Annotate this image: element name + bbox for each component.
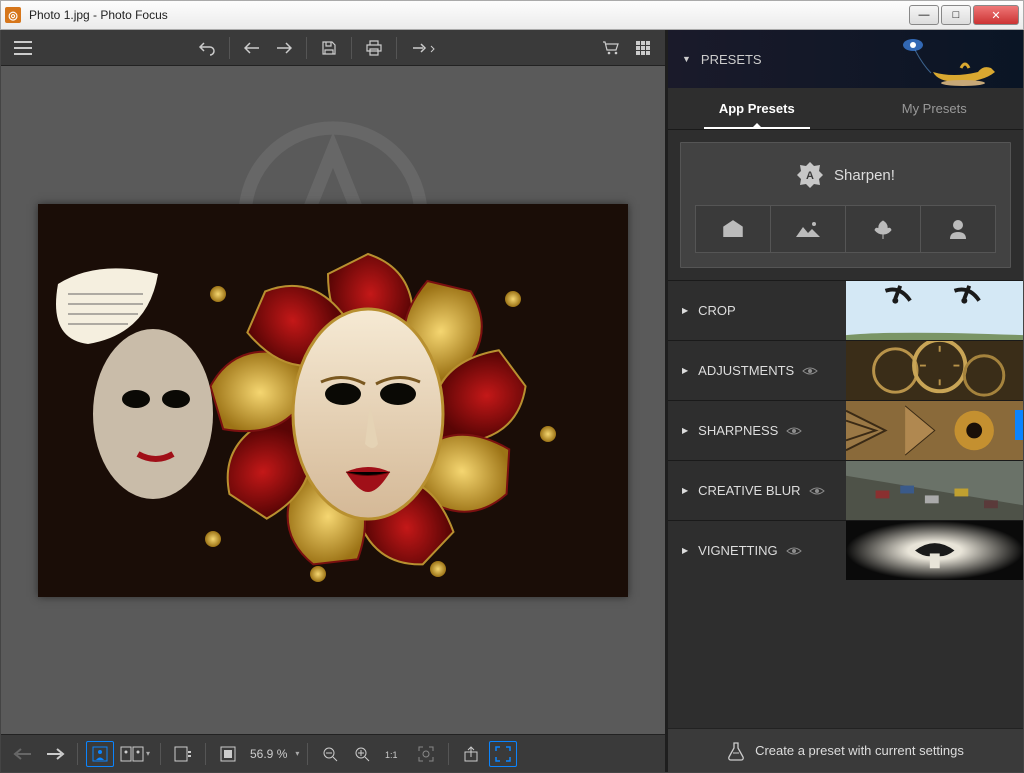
chevron-right-icon: ▶ xyxy=(682,486,688,495)
chevron-right-icon: ▶ xyxy=(682,546,688,555)
next-image-button[interactable] xyxy=(41,741,69,767)
sharpen-panel: A Sharpen! xyxy=(680,142,1011,268)
create-preset-button[interactable]: Create a preset with current settings xyxy=(668,728,1023,772)
svg-text:A: A xyxy=(806,170,814,182)
magic-lamp-icon xyxy=(883,30,1023,88)
minimize-button[interactable]: — xyxy=(909,5,939,25)
view-single-button[interactable] xyxy=(86,741,114,767)
section-adjustments[interactable]: ▶ ADJUSTMENTS xyxy=(668,340,1023,400)
window-title: Photo 1.jpg - Photo Focus xyxy=(29,8,168,22)
app-icon: ◎ xyxy=(5,7,21,23)
category-macro[interactable] xyxy=(846,205,921,253)
maximize-button[interactable]: □ xyxy=(941,5,971,25)
window-controls: — □ ✕ xyxy=(909,5,1019,25)
chevron-right-icon: ▶ xyxy=(682,366,688,375)
section-sharpness[interactable]: ▶ SHARPNESS xyxy=(668,400,1023,460)
main-toolbar xyxy=(1,30,665,66)
presets-title: PRESETS xyxy=(701,52,762,67)
forward-button[interactable] xyxy=(270,34,298,62)
preset-tabs: App Presets My Presets xyxy=(668,88,1023,130)
tab-my-presets[interactable]: My Presets xyxy=(846,88,1024,129)
panel-collapse-handle[interactable] xyxy=(1015,410,1023,440)
print-button[interactable] xyxy=(360,34,388,62)
eye-icon xyxy=(786,545,802,557)
crop-bg-icon xyxy=(846,281,1024,340)
prev-image-button[interactable] xyxy=(9,741,37,767)
sharpen-badge-icon: A xyxy=(796,161,824,189)
save-button[interactable] xyxy=(315,34,343,62)
cart-button[interactable] xyxy=(597,34,625,62)
menu-button[interactable] xyxy=(9,34,37,62)
category-landscape[interactable] xyxy=(771,205,846,253)
presets-header[interactable]: ▼ PRESETS xyxy=(668,30,1023,88)
tab-app-presets[interactable]: App Presets xyxy=(668,88,846,129)
eye-icon xyxy=(786,425,802,437)
eye-icon xyxy=(809,485,825,497)
eye-icon xyxy=(802,365,818,377)
chevron-right-icon: ▶ xyxy=(682,306,688,315)
category-portrait[interactable] xyxy=(921,205,996,253)
share-button[interactable] xyxy=(405,34,441,62)
back-button[interactable] xyxy=(238,34,266,62)
vignetting-bg-icon xyxy=(846,521,1024,580)
grid-button[interactable] xyxy=(629,34,657,62)
collapse-icon: ▼ xyxy=(682,54,691,64)
zoom-in-button[interactable] xyxy=(348,741,376,767)
fullscreen-button[interactable] xyxy=(489,741,517,767)
flask-icon xyxy=(727,741,745,761)
title-bar: ◎ Photo 1.jpg - Photo Focus — □ ✕ xyxy=(0,0,1024,30)
zoom-value: 56.9 % xyxy=(250,747,287,761)
sharpness-bg-icon xyxy=(846,401,1024,460)
adjustments-accordion: ▶ CROP ▶ ADJUSTMENTS xyxy=(668,280,1023,580)
zoom-region-button[interactable] xyxy=(412,741,440,767)
zoom-100-button[interactable]: 1:1 xyxy=(380,741,408,767)
close-button[interactable]: ✕ xyxy=(973,5,1019,25)
svg-text:1:1: 1:1 xyxy=(385,750,398,760)
view-compare-button[interactable]: ▾ xyxy=(118,741,152,767)
export-button[interactable] xyxy=(457,741,485,767)
zoom-out-button[interactable] xyxy=(316,741,344,767)
sharpen-button[interactable]: A Sharpen! xyxy=(796,157,895,193)
blur-bg-icon xyxy=(846,461,1024,520)
undo-button[interactable] xyxy=(193,34,221,62)
photo-canvas[interactable] xyxy=(38,204,628,597)
section-crop[interactable]: ▶ CROP xyxy=(668,280,1023,340)
view-filmstrip-button[interactable] xyxy=(169,741,197,767)
chevron-right-icon: ▶ xyxy=(682,426,688,435)
fit-button[interactable] xyxy=(214,741,242,767)
category-architecture[interactable] xyxy=(695,205,771,253)
adjustments-bg-icon xyxy=(846,341,1024,400)
section-vignetting[interactable]: ▶ VIGNETTING xyxy=(668,520,1023,580)
canvas-area[interactable] xyxy=(1,66,665,734)
sharpen-categories xyxy=(695,205,996,253)
section-creative-blur[interactable]: ▶ CREATIVE BLUR xyxy=(668,460,1023,520)
bottom-toolbar: ▾ 56.9 % ▾ 1:1 xyxy=(1,734,665,772)
